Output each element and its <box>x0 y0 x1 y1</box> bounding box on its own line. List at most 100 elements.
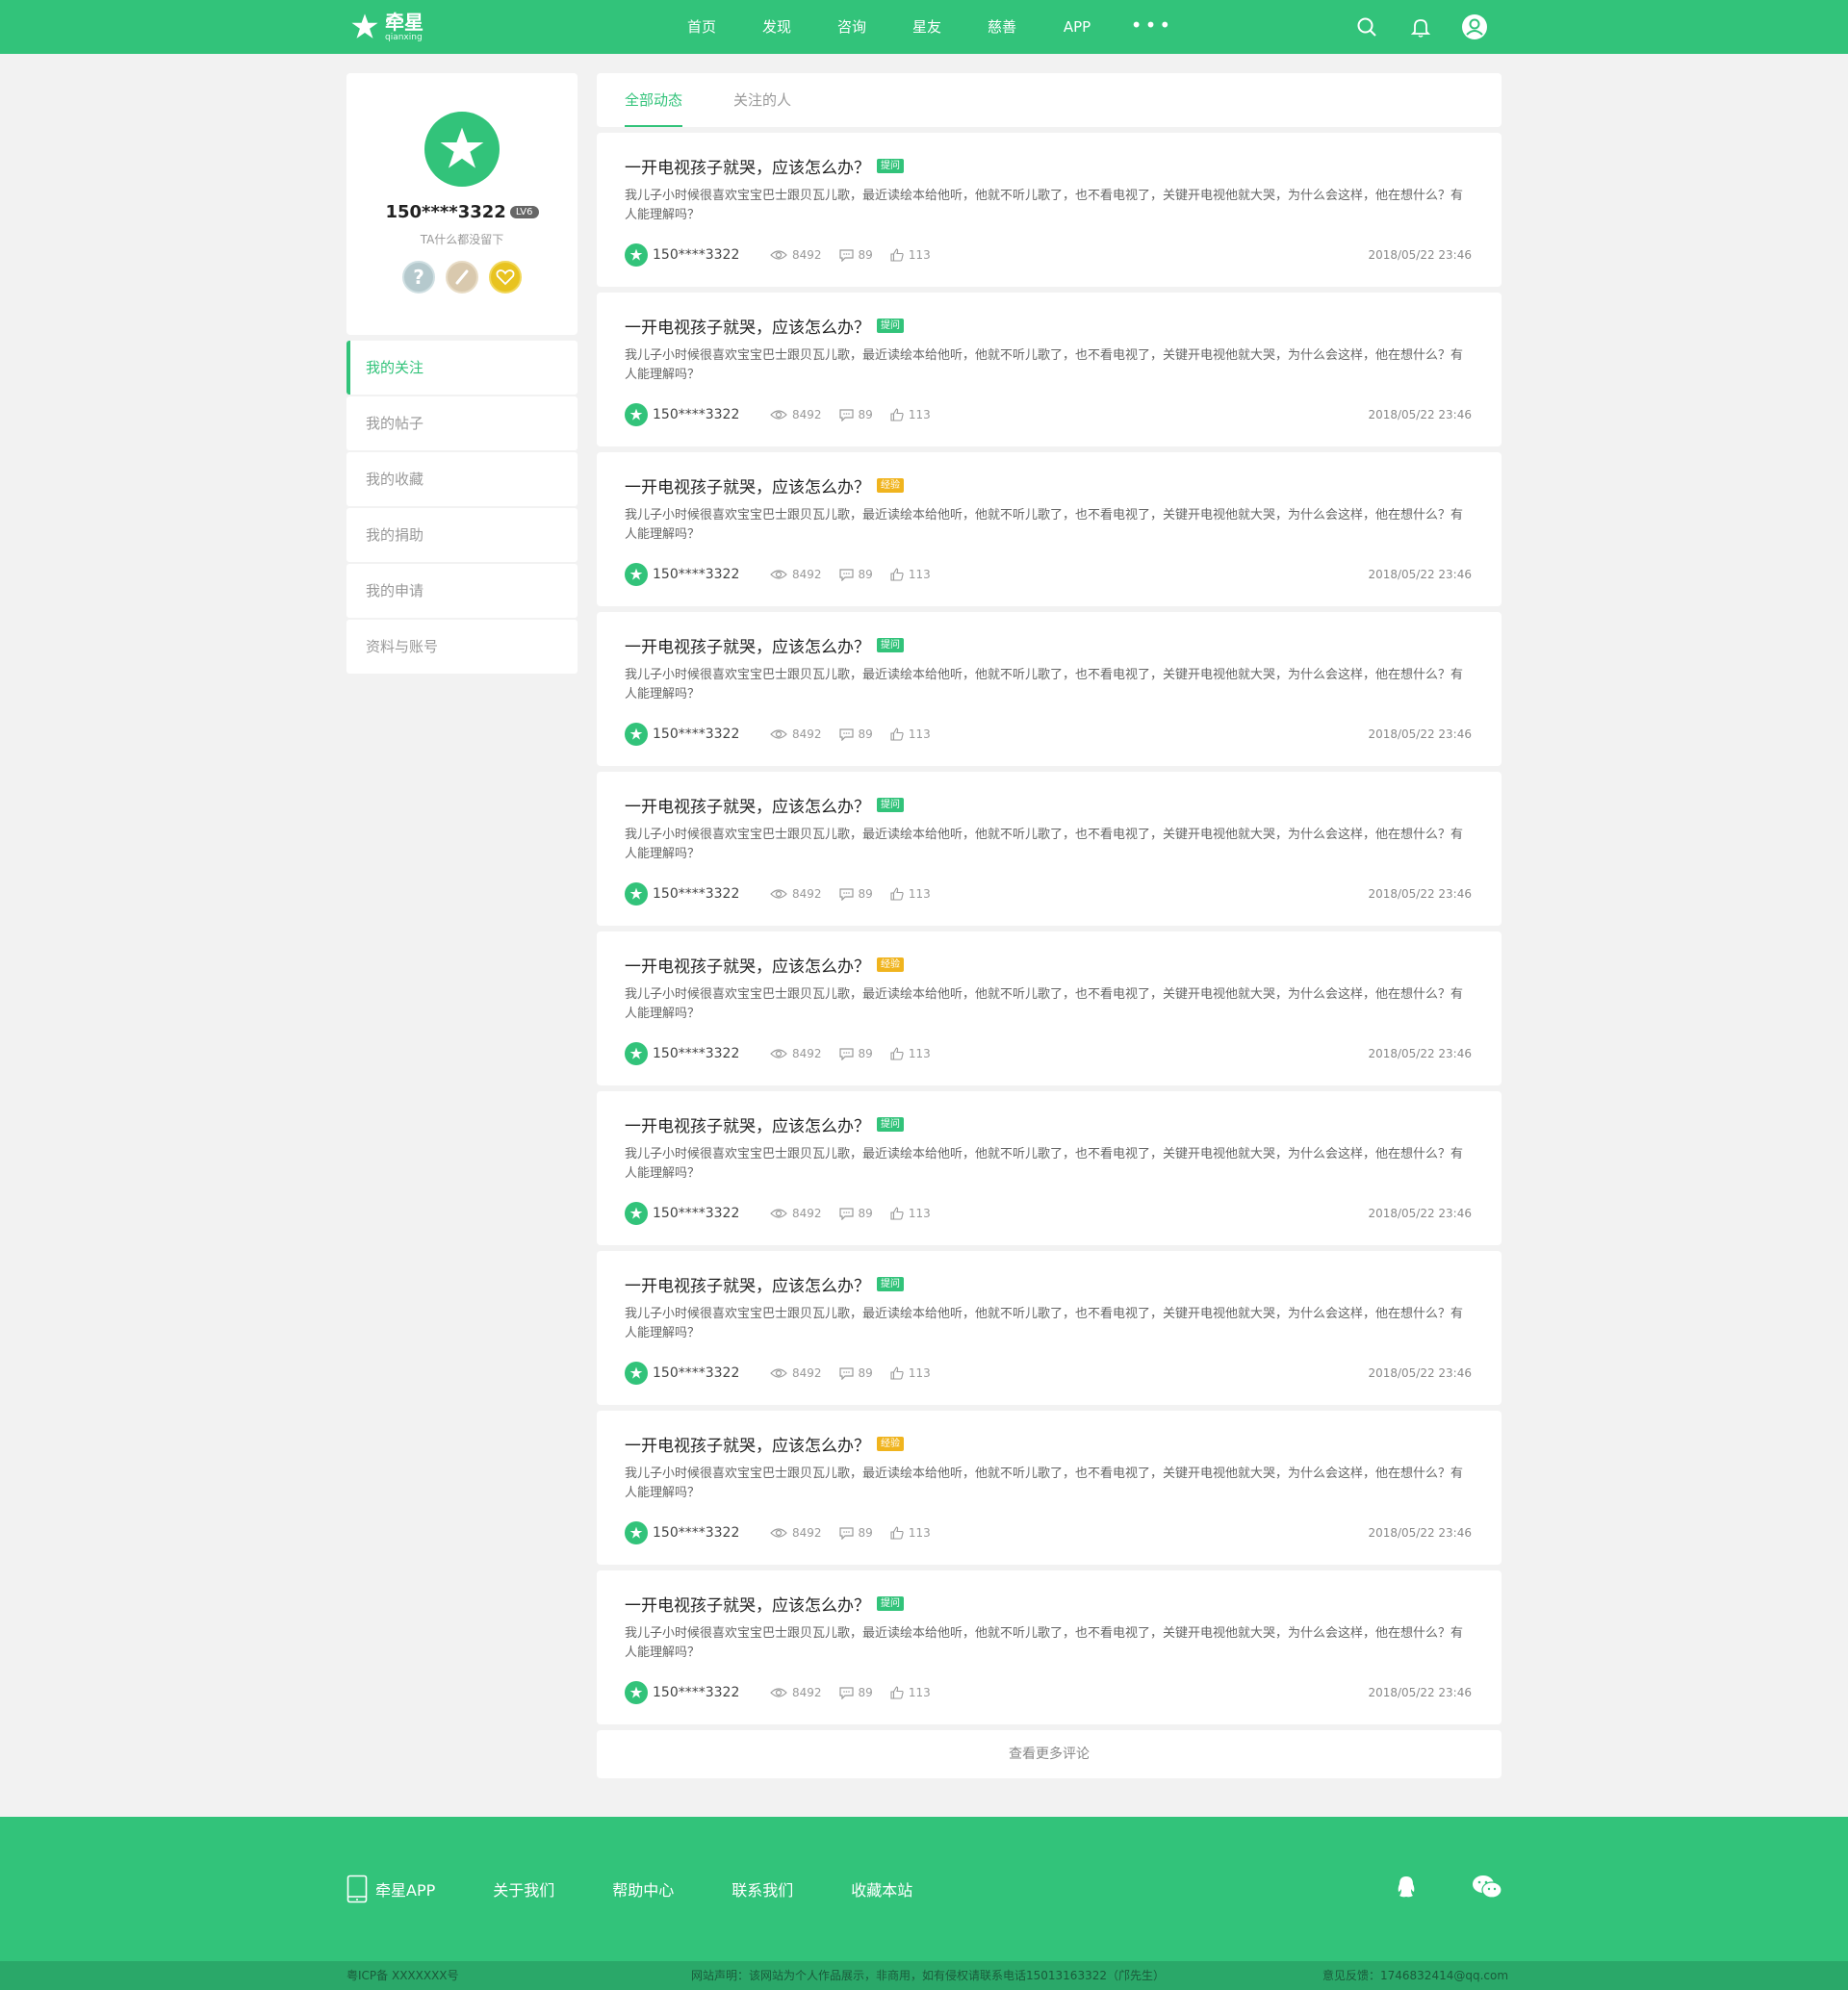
post-author[interactable]: 150****3322 <box>653 1365 770 1381</box>
nav-consult[interactable]: 咨询 <box>814 0 889 54</box>
likes-stat[interactable]: 113 <box>890 248 931 262</box>
author-avatar[interactable] <box>625 563 648 586</box>
tab-following[interactable]: 关注的人 <box>733 73 791 127</box>
post-author[interactable]: 150****3322 <box>653 727 770 742</box>
nav-discover[interactable]: 发现 <box>739 0 814 54</box>
comments-stat[interactable]: 89 <box>838 1047 873 1060</box>
author-avatar[interactable] <box>625 243 648 267</box>
author-avatar[interactable] <box>625 1681 648 1704</box>
post-card[interactable]: 一开电视孩子就哭，应该怎么办？ 提问 我儿子小时候很喜欢宝宝巴士跟贝瓦儿歌，最近读绘… <box>597 293 1502 446</box>
nav-friends[interactable]: 星友 <box>889 0 964 54</box>
comments-stat[interactable]: 89 <box>838 887 873 901</box>
search-icon[interactable] <box>1353 13 1380 40</box>
load-more-button[interactable]: 查看更多评论 <box>597 1730 1502 1778</box>
post-card[interactable]: 一开电视孩子就哭，应该怎么办？ 提问 我儿子小时候很喜欢宝宝巴士跟贝瓦儿歌，最近读绘… <box>597 772 1502 926</box>
likes-stat[interactable]: 113 <box>890 1366 931 1380</box>
author-avatar[interactable] <box>625 1042 648 1065</box>
author-avatar[interactable] <box>625 882 648 906</box>
feedback-email[interactable]: 意见反馈：1746832414@qq.com <box>1322 1961 1508 1990</box>
logo[interactable]: 牵星 qianxing <box>348 10 424 44</box>
comments-stat[interactable]: 89 <box>838 568 873 581</box>
post-tag: 提问 <box>877 1277 904 1291</box>
post-title[interactable]: 一开电视孩子就哭，应该怎么办？ <box>625 793 870 817</box>
post-author[interactable]: 150****3322 <box>653 1206 770 1221</box>
pen-badge-icon[interactable] <box>446 261 478 293</box>
nav-home[interactable]: 首页 <box>664 0 739 54</box>
thumbs-up-icon <box>890 887 904 901</box>
sidebar-item-my-posts[interactable]: 我的帖子 <box>346 396 578 450</box>
post-author[interactable]: 150****3322 <box>653 886 770 902</box>
footer-link-about[interactable]: 关于我们 <box>493 1877 554 1901</box>
footer-link-help[interactable]: 帮助中心 <box>612 1877 674 1901</box>
likes-stat[interactable]: 113 <box>890 1686 931 1699</box>
wechat-icon[interactable] <box>1471 1871 1503 1903</box>
footer-link-bookmark[interactable]: 收藏本站 <box>851 1877 912 1901</box>
post-author[interactable]: 150****3322 <box>653 1046 770 1061</box>
sidebar-item-donations[interactable]: 我的捐助 <box>346 508 578 562</box>
author-avatar[interactable] <box>625 1202 648 1225</box>
post-card[interactable]: 一开电视孩子就哭，应该怎么办？ 经验 我儿子小时候很喜欢宝宝巴士跟贝瓦儿歌，最近读绘… <box>597 1411 1502 1565</box>
post-author[interactable]: 150****3322 <box>653 567 770 582</box>
likes-stat[interactable]: 113 <box>890 887 931 901</box>
post-title[interactable]: 一开电视孩子就哭，应该怎么办？ <box>625 953 870 977</box>
post-title[interactable]: 一开电视孩子就哭，应该怎么办？ <box>625 473 870 498</box>
avatar[interactable] <box>424 112 500 187</box>
post-author[interactable]: 150****3322 <box>653 1525 770 1541</box>
post-author[interactable]: 150****3322 <box>653 247 770 263</box>
nav-charity[interactable]: 慈善 <box>964 0 1040 54</box>
nav-app[interactable]: APP <box>1040 0 1115 54</box>
comments-stat[interactable]: 89 <box>838 1526 873 1540</box>
comments-stat[interactable]: 89 <box>838 248 873 262</box>
likes-stat[interactable]: 113 <box>890 727 931 741</box>
question-badge-icon[interactable]: ? <box>402 261 435 293</box>
nav-more-button[interactable]: ••• <box>1115 0 1190 54</box>
comments-count: 89 <box>858 887 873 901</box>
post-time: 2018/05/22 23:46 <box>1368 727 1472 741</box>
post-title[interactable]: 一开电视孩子就哭，应该怎么办？ <box>625 1592 870 1616</box>
sidebar-item-following[interactable]: 我的关注 <box>346 341 578 395</box>
comments-stat[interactable]: 89 <box>838 1366 873 1380</box>
author-avatar[interactable] <box>625 723 648 746</box>
post-card[interactable]: 一开电视孩子就哭，应该怎么办？ 提问 我儿子小时候很喜欢宝宝巴士跟贝瓦儿歌，最近读绘… <box>597 1570 1502 1724</box>
post-title[interactable]: 一开电视孩子就哭，应该怎么办？ <box>625 1432 870 1456</box>
post-card[interactable]: 一开电视孩子就哭，应该怎么办？ 经验 我儿子小时候很喜欢宝宝巴士跟贝瓦儿歌，最近读绘… <box>597 452 1502 606</box>
footer-link-app[interactable]: 牵星APP <box>346 1875 435 1903</box>
likes-stat[interactable]: 113 <box>890 1526 931 1540</box>
author-avatar[interactable] <box>625 1521 648 1544</box>
author-avatar[interactable] <box>625 1362 648 1385</box>
qq-icon[interactable] <box>1390 1871 1423 1903</box>
comments-stat[interactable]: 89 <box>838 1686 873 1699</box>
post-tag: 提问 <box>877 1117 904 1132</box>
post-title[interactable]: 一开电视孩子就哭，应该怎么办？ <box>625 1272 870 1296</box>
likes-stat[interactable]: 113 <box>890 1207 931 1220</box>
author-avatar[interactable] <box>625 403 648 426</box>
user-avatar-icon[interactable] <box>1461 13 1488 40</box>
post-title[interactable]: 一开电视孩子就哭，应该怎么办？ <box>625 314 870 338</box>
post-card[interactable]: 一开电视孩子就哭，应该怎么办？ 提问 我儿子小时候很喜欢宝宝巴士跟贝瓦儿歌，最近读绘… <box>597 612 1502 766</box>
post-author[interactable]: 150****3322 <box>653 1685 770 1700</box>
post-title[interactable]: 一开电视孩子就哭，应该怎么办？ <box>625 633 870 657</box>
sidebar-item-applications[interactable]: 我的申请 <box>346 564 578 618</box>
sidebar-item-favorites[interactable]: 我的收藏 <box>346 452 578 506</box>
post-card[interactable]: 一开电视孩子就哭，应该怎么办？ 经验 我儿子小时候很喜欢宝宝巴士跟贝瓦儿歌，最近读绘… <box>597 931 1502 1085</box>
post-card[interactable]: 一开电视孩子就哭，应该怎么办？ 提问 我儿子小时候很喜欢宝宝巴士跟贝瓦儿歌，最近读绘… <box>597 1251 1502 1405</box>
post-author[interactable]: 150****3322 <box>653 407 770 422</box>
views-stat: 8492 <box>770 248 822 262</box>
post-title[interactable]: 一开电视孩子就哭，应该怎么办？ <box>625 154 870 178</box>
heart-badge-icon[interactable] <box>489 261 522 293</box>
post-card[interactable]: 一开电视孩子就哭，应该怎么办？ 提问 我儿子小时候很喜欢宝宝巴士跟贝瓦儿歌，最近读绘… <box>597 133 1502 287</box>
footer-link-contact[interactable]: 联系我们 <box>732 1877 793 1901</box>
sidebar-item-account[interactable]: 资料与账号 <box>346 620 578 674</box>
bell-icon[interactable] <box>1407 13 1434 40</box>
comments-stat[interactable]: 89 <box>838 1207 873 1220</box>
post-card[interactable]: 一开电视孩子就哭，应该怎么办？ 提问 我儿子小时候很喜欢宝宝巴士跟贝瓦儿歌，最近读绘… <box>597 1091 1502 1245</box>
post-meta: 150****3322 8492 89 113 2018/05/22 23:46 <box>625 1521 1472 1544</box>
post-time: 2018/05/22 23:46 <box>1368 408 1472 421</box>
tab-all-activity[interactable]: 全部动态 <box>625 73 683 127</box>
likes-stat[interactable]: 113 <box>890 1047 931 1060</box>
comments-stat[interactable]: 89 <box>838 727 873 741</box>
comments-stat[interactable]: 89 <box>838 408 873 421</box>
post-title[interactable]: 一开电视孩子就哭，应该怎么办？ <box>625 1112 870 1136</box>
likes-stat[interactable]: 113 <box>890 408 931 421</box>
likes-stat[interactable]: 113 <box>890 568 931 581</box>
